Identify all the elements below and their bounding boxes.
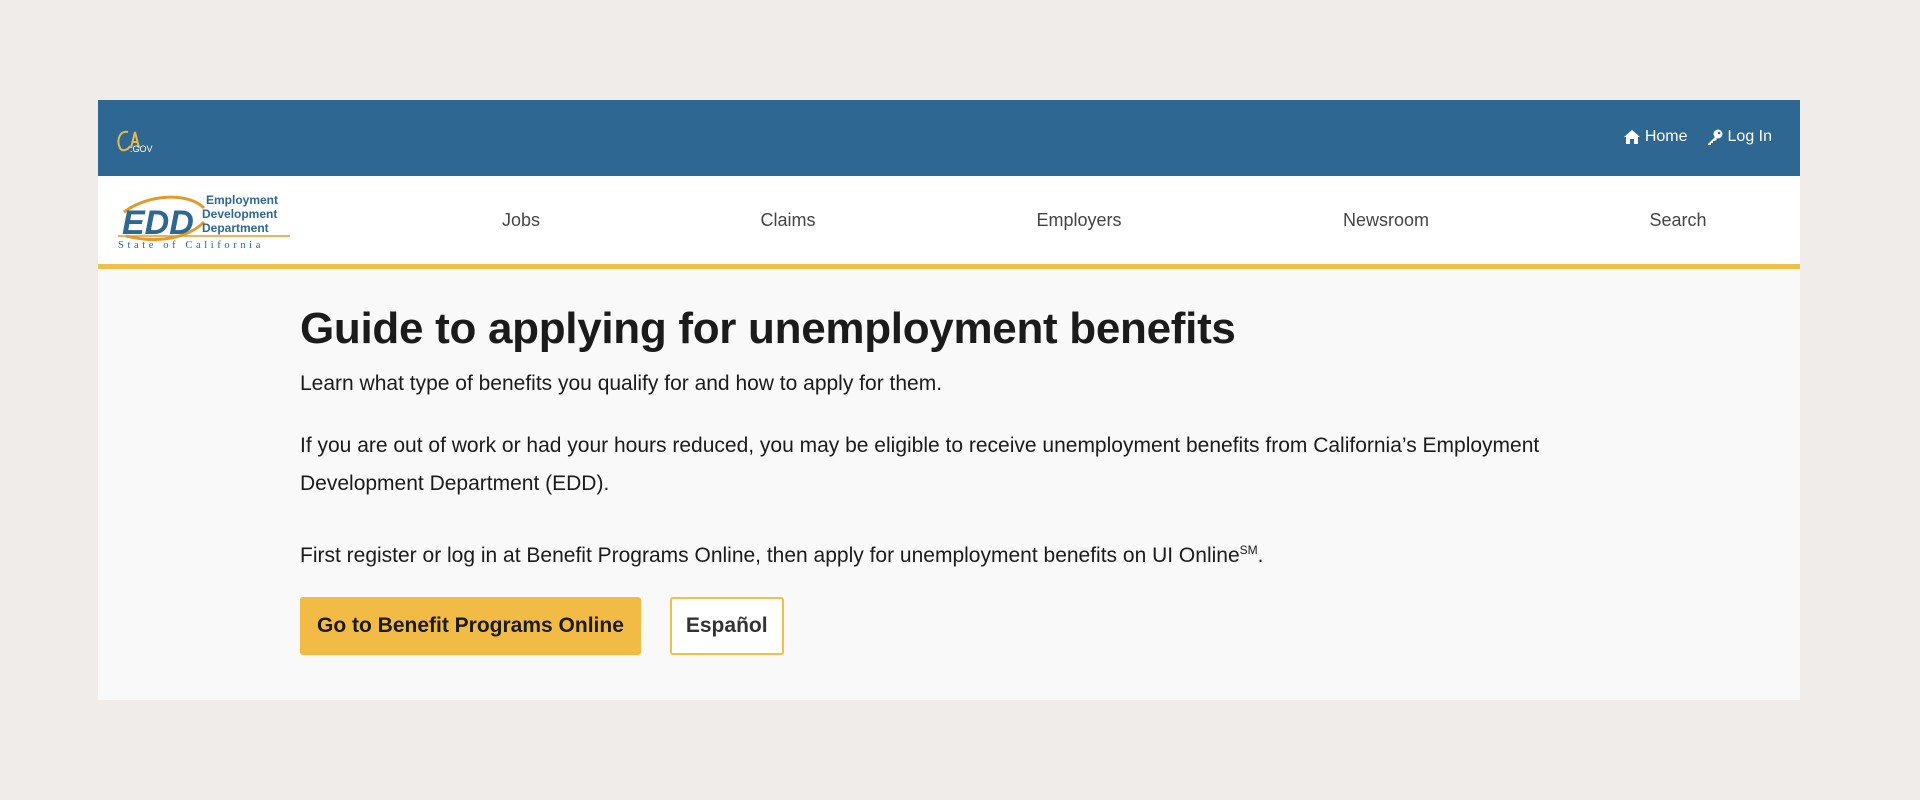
svg-text:.GOV: .GOV [130,144,153,154]
instructions-end: . [1257,544,1264,568]
benefit-programs-online-button[interactable]: Go to Benefit Programs Online [300,597,641,656]
svg-text:Employment: Employment [206,193,278,207]
utility-bar: .GOV Home Log In [98,100,1800,176]
home-icon [1623,129,1641,145]
home-link[interactable]: Home [1623,128,1688,146]
edd-logo[interactable]: EDD Employment Development Department St… [118,188,290,252]
nav-newsroom[interactable]: Newsroom [1343,210,1429,231]
key-icon [1706,128,1724,146]
page-title: Guide to applying for unemployment benef… [300,304,1236,353]
svg-text:Department: Department [202,221,269,235]
home-link-label: Home [1644,128,1688,145]
nav-employers[interactable]: Employers [1036,210,1121,231]
main-nav: EDD Employment Development Department St… [98,176,1800,269]
svg-text:State of California: State of California [118,240,264,251]
lead-text: Learn what type of benefits you qualify … [300,371,943,395]
login-link-label: Log In [1727,128,1772,145]
instructions-paragraph: First register or log in at Benefit Prog… [300,531,1600,575]
nav-jobs[interactable]: Jobs [502,210,540,231]
nav-claims[interactable]: Claims [760,210,815,231]
eligibility-paragraph: If you are out of work or had your hours… [300,434,1540,496]
nav-search[interactable]: Search [1649,210,1706,231]
login-link[interactable]: Log In [1706,128,1772,146]
espanol-button[interactable]: Español [669,597,784,656]
page-frame: .GOV Home Log In EDD Employment Developm… [98,100,1800,700]
instructions-text: First register or log in at Benefit Prog… [300,544,1240,568]
svg-text:Development: Development [202,207,277,221]
main-content: Guide to applying for unemployment benef… [300,269,1640,656]
button-row: Go to Benefit Programs Online Español [300,597,1640,656]
ca-gov-logo[interactable]: .GOV [114,126,154,154]
service-mark: SM [1239,543,1258,558]
